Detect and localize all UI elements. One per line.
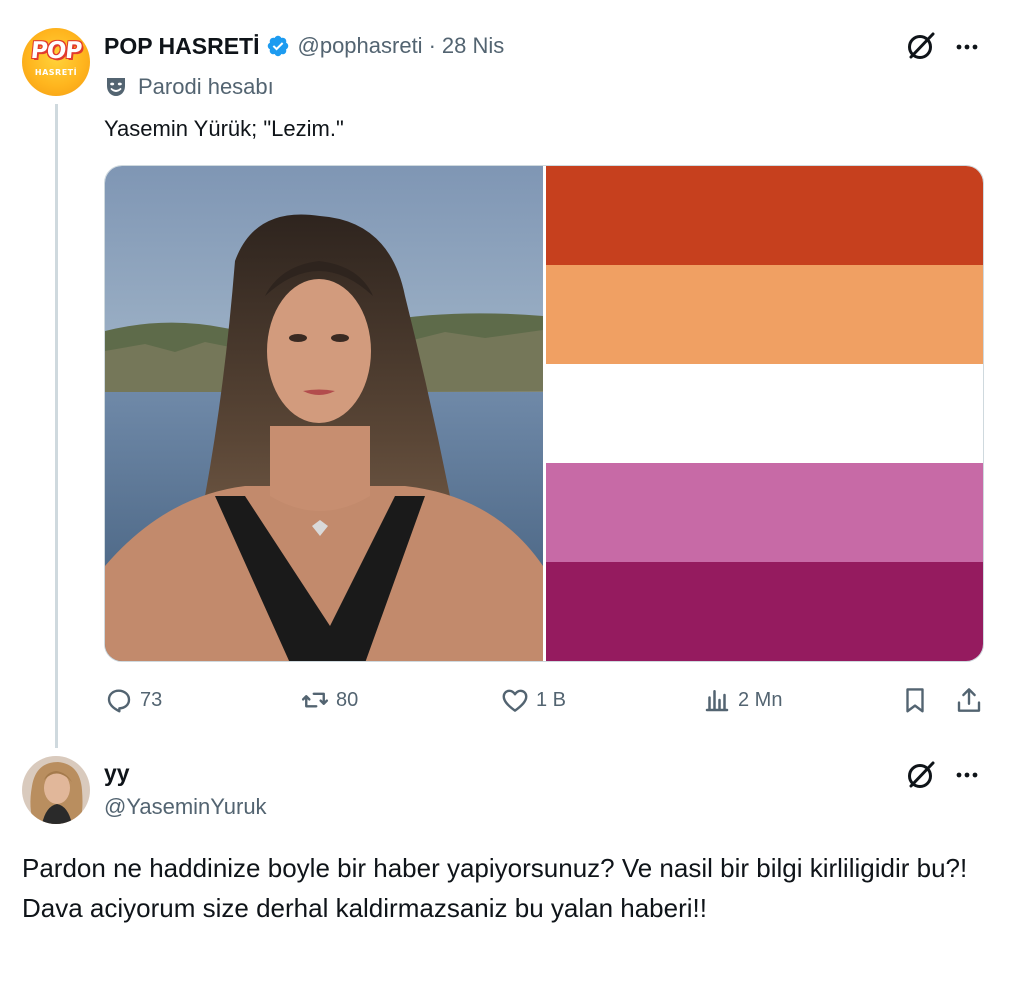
flag-stripe-1 bbox=[546, 166, 983, 265]
like-icon bbox=[502, 689, 528, 712]
flag-stripe-3 bbox=[546, 364, 983, 463]
flag-stripe-2 bbox=[546, 265, 983, 364]
views-icon bbox=[705, 690, 729, 712]
reply-grok-icon[interactable] bbox=[904, 758, 938, 792]
like-count: 1 B bbox=[536, 688, 567, 711]
views-count: 2 Mn bbox=[738, 688, 783, 711]
parody-label: Parodi hesabı bbox=[138, 74, 274, 99]
thread-line bbox=[55, 104, 58, 748]
flag-stripe-5 bbox=[546, 562, 983, 661]
reply-more-icon[interactable] bbox=[952, 760, 982, 790]
verified-badge-icon[interactable] bbox=[266, 34, 290, 58]
share-icon bbox=[957, 688, 981, 712]
author-handle[interactable]: @pophasreti bbox=[298, 33, 423, 59]
tweet-header: POP HASRETİ @pophasreti · 28 Nis bbox=[104, 30, 504, 62]
reply-count: 73 bbox=[140, 688, 163, 711]
reply-author-avatar[interactable] bbox=[22, 756, 90, 824]
author-display-name[interactable]: POP HASRETİ bbox=[104, 33, 260, 60]
portrait-photo[interactable] bbox=[105, 166, 543, 661]
reply-text: Pardon ne haddinize boyle bir haber yapi… bbox=[22, 853, 968, 923]
lesbian-pride-flag[interactable] bbox=[546, 166, 983, 661]
reply-icon bbox=[107, 689, 131, 713]
parody-mask-icon bbox=[107, 78, 125, 96]
reply-button[interactable]: 73 bbox=[104, 680, 162, 720]
portrait-photo-image bbox=[105, 166, 543, 661]
like-button[interactable]: 1 B bbox=[500, 680, 566, 720]
reply-author-handle[interactable]: @YaseminYuruk bbox=[104, 794, 267, 820]
more-icon[interactable] bbox=[952, 32, 982, 62]
author-avatar[interactable]: POP HASRETİ bbox=[22, 28, 90, 96]
parody-label-row: Parodi hesabı bbox=[104, 72, 274, 102]
repost-count: 80 bbox=[336, 688, 359, 711]
reply-author-name[interactable]: yy bbox=[104, 760, 130, 787]
tweet-date[interactable]: 28 Nis bbox=[442, 33, 504, 59]
header-separator: · bbox=[428, 33, 436, 58]
avatar-logo-pop: POP bbox=[29, 38, 83, 64]
bookmark-button[interactable] bbox=[900, 680, 936, 720]
tweet-media[interactable] bbox=[104, 165, 984, 662]
flag-stripe-4 bbox=[546, 463, 983, 562]
reply-avatar-image bbox=[22, 756, 90, 824]
views-button[interactable]: 2 Mn bbox=[702, 680, 782, 720]
share-button[interactable] bbox=[954, 680, 990, 720]
bookmark-icon bbox=[906, 688, 924, 713]
tweet-actions: 73 80 1 B 2 Mn bbox=[104, 680, 984, 720]
grok-icon[interactable] bbox=[904, 29, 938, 63]
repost-icon bbox=[301, 692, 329, 708]
repost-button[interactable]: 80 bbox=[300, 680, 358, 720]
avatar-logo-hasreti: HASRETİ bbox=[34, 68, 78, 77]
tweet-text: Yasemin Yürük; "Lezim." bbox=[104, 116, 344, 141]
